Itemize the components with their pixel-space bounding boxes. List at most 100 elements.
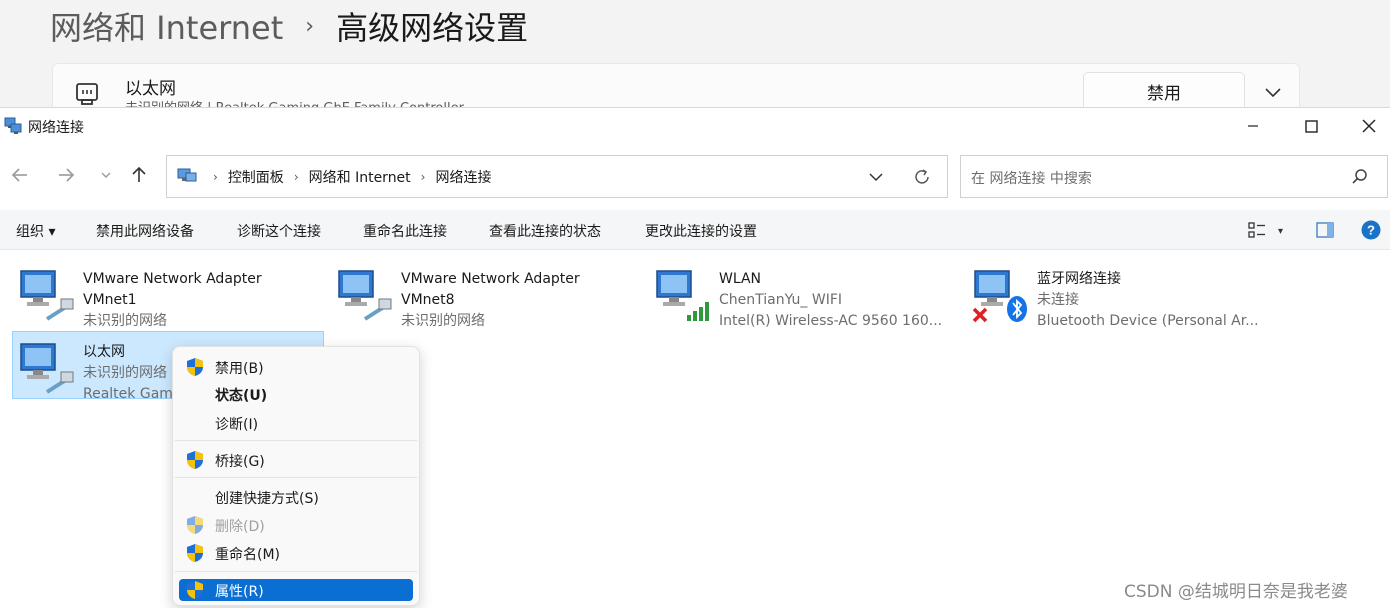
ethernet-adapter-card[interactable]: 以太网 未识别的网络 | Realtek Gaming GbE Family C…: [52, 63, 1300, 107]
menu-item-label: 属性(R): [215, 584, 264, 600]
recent-locations-button[interactable]: [95, 164, 117, 186]
menu-item-bridge[interactable]: 桥接(G): [179, 448, 413, 472]
address-crumb-network-connections[interactable]: 网络连接: [435, 167, 491, 187]
search-icon[interactable]: [1351, 168, 1369, 186]
connection-vmnet1[interactable]: VMware Network Adapter VMnet1 未识别的网络: [12, 258, 324, 329]
refresh-icon[interactable]: [911, 166, 933, 188]
connection-ssid: ChenTianYu_ WIFI: [719, 292, 843, 308]
uac-shield-icon: [187, 451, 203, 469]
chevron-down-icon[interactable]: [865, 166, 887, 188]
change-settings-button[interactable]: 更改此连接的设置: [645, 221, 757, 241]
context-menu: 禁用(B) 状态(U) 诊断(I) 桥接(G) 创建快捷方式(S) 删除(D) …: [172, 346, 420, 606]
organize-button[interactable]: 组织 ▾: [16, 221, 55, 241]
connection-status: 未识别的网络: [401, 313, 485, 329]
connection-name: 蓝牙网络连接: [1037, 271, 1121, 287]
address-separator: ›: [293, 169, 299, 184]
bluetooth-icon: [972, 270, 1027, 323]
wifi-icon: [656, 270, 709, 321]
disable-button[interactable]: 禁用: [1083, 72, 1245, 107]
page-title: 高级网络设置: [336, 9, 529, 47]
address-crumb-control-panel[interactable]: 控制面板: [228, 167, 284, 187]
chevron-down-icon: [101, 172, 111, 178]
close-button[interactable]: [1340, 108, 1390, 144]
up-button[interactable]: [128, 164, 150, 186]
close-icon: [1362, 119, 1376, 133]
menu-item-disable[interactable]: 禁用(B): [179, 355, 413, 379]
disable-device-button[interactable]: 禁用此网络设备: [96, 221, 194, 241]
address-breadcrumb: › 控制面板 › 网络和 Internet › 网络连接: [203, 156, 491, 197]
settings-breadcrumb: 网络和 Internet › 高级网络设置: [50, 4, 528, 48]
watermark: CSDN @结城明日奈是我老婆: [1124, 582, 1348, 602]
command-bar: 组织 ▾ 禁用此网络设备 诊断这个连接 重命名此连接 查看此连接的状态 更改此连…: [0, 210, 1390, 250]
menu-item-label: 桥接(G): [215, 454, 265, 470]
connection-text: VMware Network Adapter VMnet8 未识别的网络: [401, 269, 641, 332]
menu-item-properties[interactable]: 属性(R): [179, 579, 413, 601]
menu-item-status[interactable]: 状态(U): [179, 382, 413, 406]
menu-separator: [175, 571, 417, 572]
search-input[interactable]: 在 网络连接 中搜索: [960, 155, 1388, 198]
menu-item-label: 重命名(M): [215, 547, 281, 563]
breadcrumb-network-internet[interactable]: 网络和 Internet: [50, 3, 283, 49]
connection-name: VMware Network Adapter: [401, 271, 580, 287]
uac-shield-icon: [187, 358, 203, 376]
menu-separator: [175, 440, 417, 441]
uac-shield-icon: [187, 516, 203, 534]
minimize-button[interactable]: [1224, 108, 1282, 144]
adapter-title: 以太网: [125, 79, 176, 99]
connection-bluetooth[interactable]: 蓝牙网络连接 未连接 Bluetooth Device (Personal Ar…: [966, 258, 1278, 329]
preview-pane-icon[interactable]: [1316, 221, 1334, 239]
maximize-button[interactable]: [1282, 108, 1340, 144]
connection-text: 蓝牙网络连接 未连接 Bluetooth Device (Personal Ar…: [1037, 269, 1277, 332]
ethernet-icon: [20, 270, 74, 321]
view-options-icon[interactable]: [1248, 221, 1266, 239]
menu-separator: [175, 477, 417, 478]
window-title: 网络连接: [28, 120, 84, 136]
ethernet-icon: [338, 270, 392, 321]
address-bar[interactable]: › 控制面板 › 网络和 Internet › 网络连接: [166, 155, 948, 198]
connection-device: Bluetooth Device (Personal Ar...: [1037, 313, 1259, 329]
connection-text: VMware Network Adapter VMnet1 未识别的网络: [83, 269, 323, 332]
connection-wlan[interactable]: WLAN ChenTianYu_ WIFI Intel(R) Wireless-…: [648, 258, 960, 329]
back-button[interactable]: [9, 164, 31, 186]
forward-button[interactable]: [55, 164, 77, 186]
navigation-bar: › 控制面板 › 网络和 Internet › 网络连接 在 网络连接 中搜索: [0, 154, 1390, 198]
view-status-button[interactable]: 查看此连接的状态: [489, 221, 601, 241]
arrow-left-icon: [11, 168, 27, 182]
title-bar[interactable]: 网络连接: [0, 108, 1390, 144]
control-panel-icon: [177, 168, 197, 182]
menu-item-label: 删除(D): [215, 519, 265, 535]
uac-shield-icon: [187, 544, 203, 562]
connection-vmnet8[interactable]: VMware Network Adapter VMnet8 未识别的网络: [330, 258, 642, 329]
chevron-down-icon[interactable]: [1261, 80, 1285, 104]
settings-window-background: 网络和 Internet › 高级网络设置 以太网 未识别的网络 | Realt…: [0, 0, 1390, 107]
connection-name: WLAN: [719, 271, 762, 287]
connection-device: Intel(R) Wireless-AC 9560 160...: [719, 313, 943, 329]
connection-status: 未识别的网络: [83, 313, 167, 329]
uac-shield-icon: [187, 581, 203, 599]
ethernet-icon: [20, 343, 74, 394]
menu-item-diagnose[interactable]: 诊断(I): [179, 411, 413, 435]
connection-device: VMnet8: [401, 292, 455, 308]
breadcrumb-separator: ›: [305, 13, 315, 39]
connection-device: VMnet1: [83, 292, 137, 308]
maximize-icon: [1304, 119, 1318, 133]
menu-item-create-shortcut[interactable]: 创建快捷方式(S): [179, 485, 413, 509]
diagnose-button[interactable]: 诊断这个连接: [237, 221, 321, 241]
help-icon[interactable]: ?: [1361, 220, 1381, 240]
menu-item-rename[interactable]: 重命名(M): [179, 541, 413, 565]
address-crumb-network-internet[interactable]: 网络和 Internet: [309, 167, 411, 187]
address-separator: ›: [213, 169, 218, 184]
ethernet-port-icon: [76, 83, 98, 105]
search-placeholder: 在 网络连接 中搜索: [971, 171, 1092, 187]
menu-item-delete: 删除(D): [179, 513, 413, 537]
rename-button[interactable]: 重命名此连接: [363, 221, 447, 241]
connection-status: 未连接: [1037, 292, 1079, 308]
connection-name: VMware Network Adapter: [83, 271, 262, 287]
view-options-arrow[interactable]: ▾: [1278, 226, 1283, 237]
help-icon-glyph: ?: [1367, 223, 1375, 238]
arrow-right-icon: [59, 168, 75, 182]
network-connections-icon: [4, 117, 22, 134]
menu-item-label: 状态(U): [215, 388, 268, 404]
minimize-icon: [1248, 125, 1258, 127]
arrow-up-icon: [132, 166, 146, 182]
